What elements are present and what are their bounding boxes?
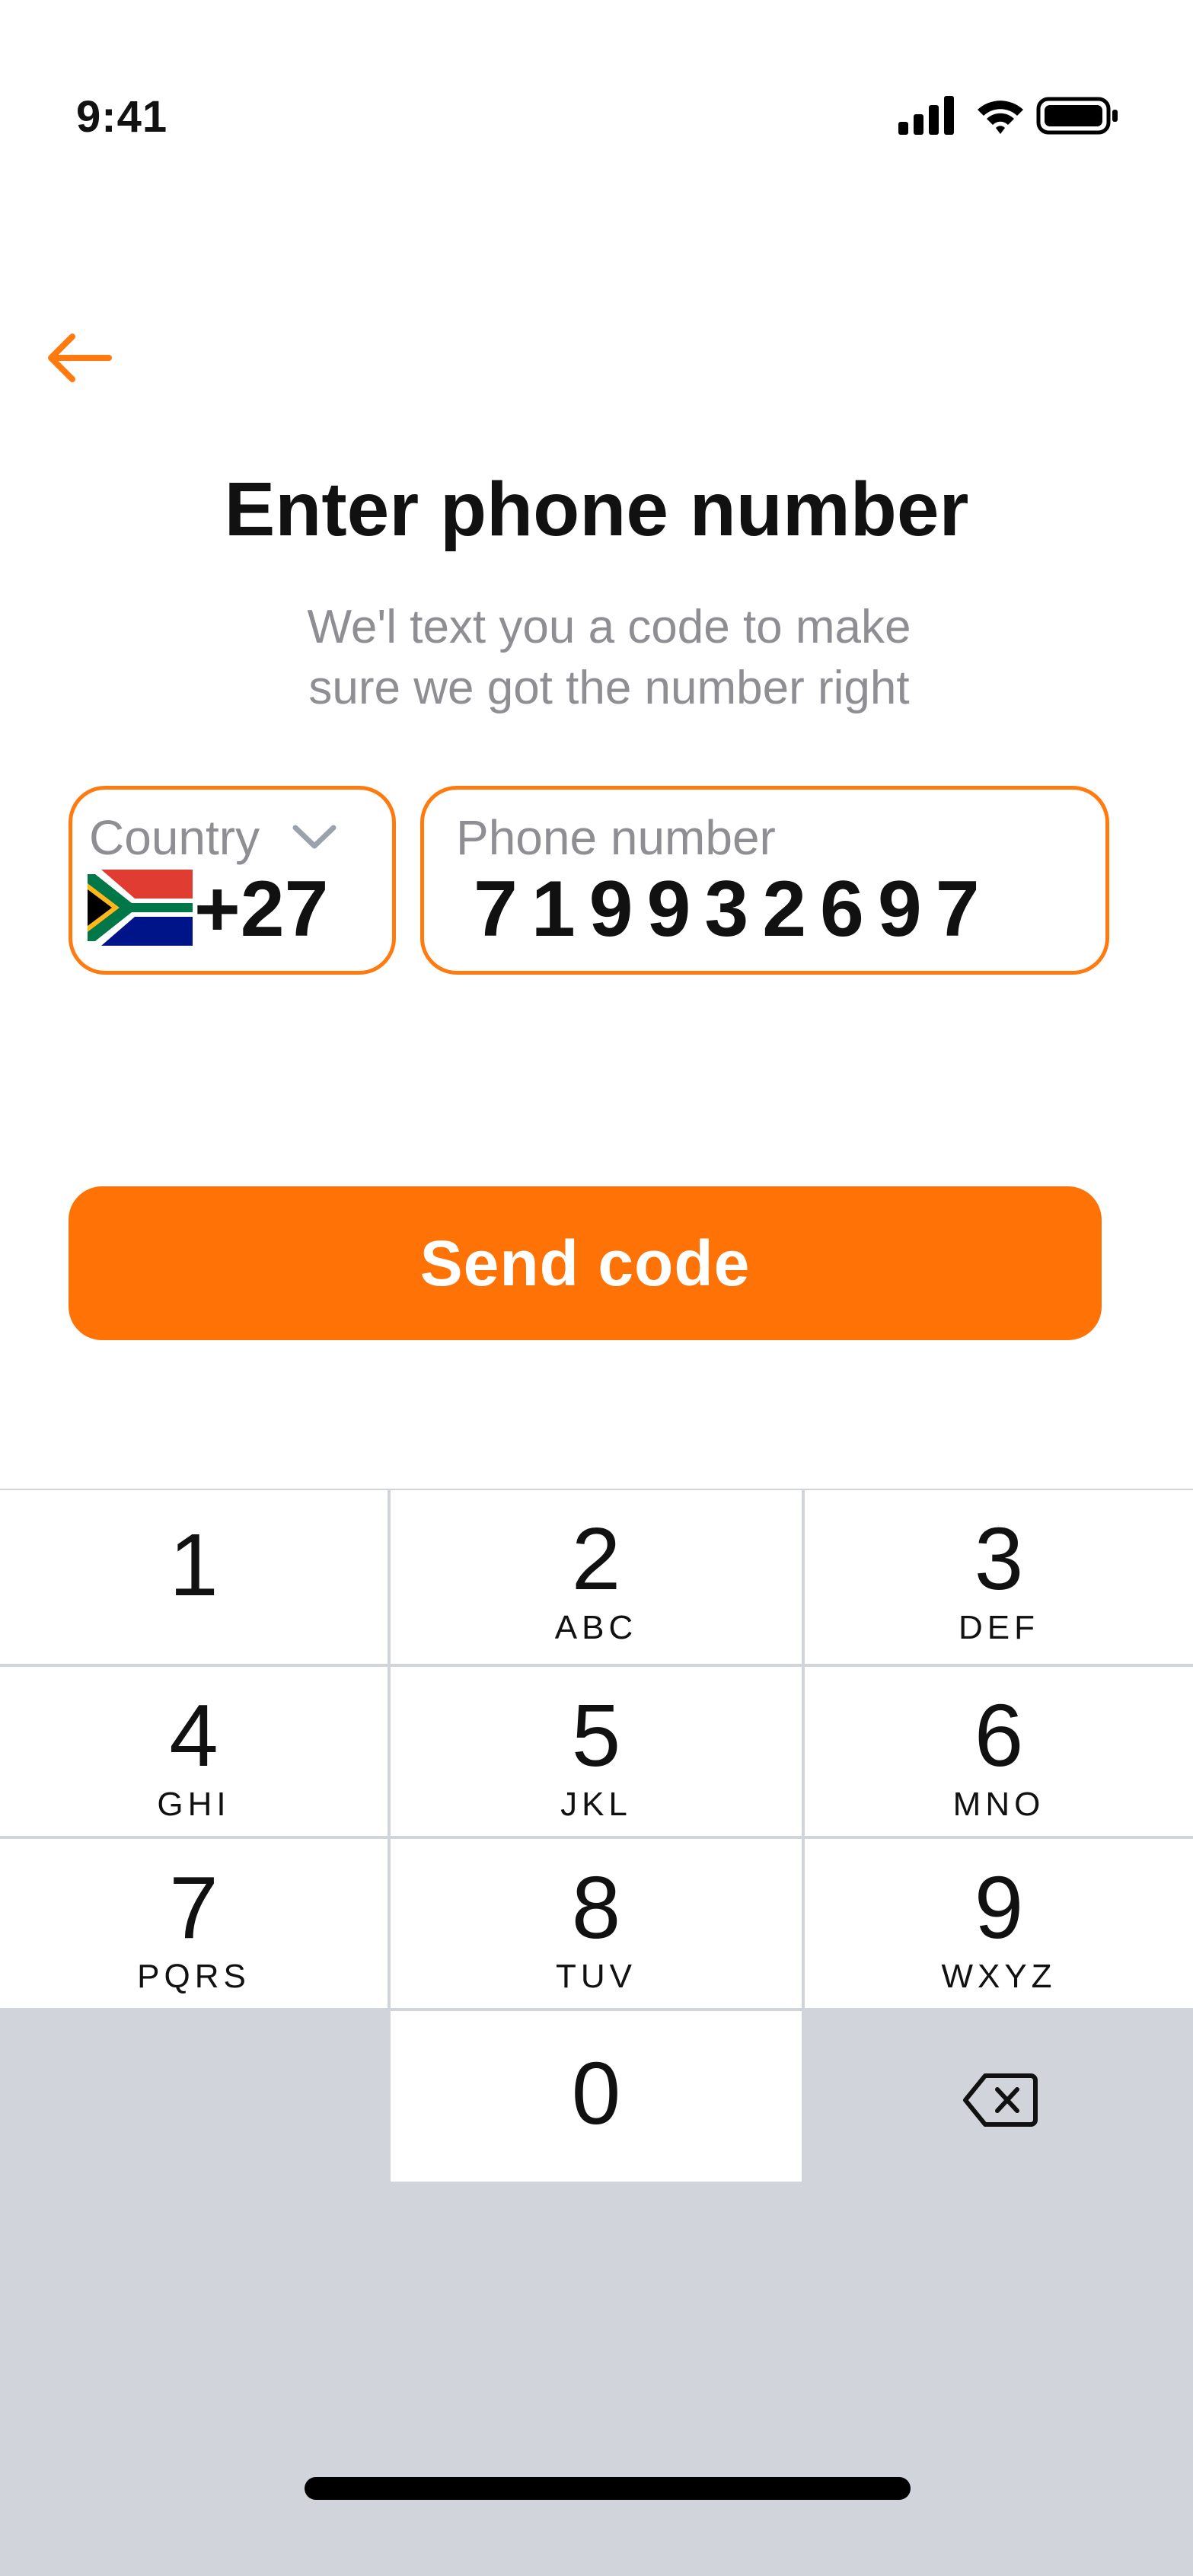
key-letters: DEF: [959, 1609, 1039, 1646]
key-1[interactable]: 1: [0, 1490, 388, 1664]
page-title: Enter phone number: [224, 467, 969, 552]
arrow-left-icon: [48, 334, 112, 382]
back-button[interactable]: [42, 320, 126, 396]
send-code-button[interactable]: Send code: [69, 1186, 1102, 1340]
country-label: Country: [89, 810, 260, 865]
key-0[interactable]: 0: [391, 2011, 802, 2182]
key-2[interactable]: 2 ABC: [391, 1490, 802, 1664]
key-letters: MNO: [952, 1786, 1045, 1823]
key-4[interactable]: 4 GHI: [0, 1667, 388, 1836]
key-8[interactable]: 8 TUV: [391, 1839, 802, 2008]
cellular-signal-icon: [898, 96, 954, 135]
status-time: 9:41: [76, 92, 168, 142]
key-digit: 3: [974, 1509, 1024, 1608]
page-subtitle: We'l text you a code to make sure we got…: [0, 597, 1193, 719]
key-letters: TUV: [556, 1958, 636, 1995]
home-indicator: [305, 2477, 911, 2500]
key-letters: PQRS: [137, 1958, 250, 1995]
phone-number-value: 719932697: [474, 865, 994, 953]
key-letters: ABC: [554, 1609, 638, 1646]
key-digit: 5: [571, 1686, 621, 1785]
country-selector[interactable]: Country +27: [69, 786, 396, 975]
battery-icon: [1036, 97, 1118, 135]
status-icons: [898, 93, 1119, 139]
delete-key[interactable]: [962, 2071, 1038, 2129]
south-africa-flag-icon: [88, 870, 193, 946]
key-letters: GHI: [157, 1786, 231, 1823]
key-digit: 1: [169, 1515, 219, 1614]
key-digit: 9: [974, 1858, 1024, 1957]
backspace-icon: [963, 2073, 1038, 2127]
key-letters: JKL: [560, 1786, 632, 1823]
key-digit: 6: [974, 1686, 1024, 1785]
chevron-down-icon: [292, 825, 337, 849]
key-digit: 7: [169, 1858, 219, 1957]
key-5[interactable]: 5 JKL: [391, 1667, 802, 1836]
wifi-icon: [978, 101, 1023, 134]
key-digit: 2: [571, 1509, 621, 1608]
key-7[interactable]: 7 PQRS: [0, 1839, 388, 2008]
key-6[interactable]: 6 MNO: [805, 1667, 1193, 1836]
phone-number-field[interactable]: Phone number 719932697: [420, 786, 1109, 975]
key-letters: WXYZ: [941, 1958, 1057, 1995]
phone-number-label: Phone number: [456, 810, 776, 865]
dial-code: +27: [194, 865, 329, 953]
key-digit: 4: [169, 1686, 219, 1785]
subtitle-line: sure we got the number right: [308, 662, 910, 714]
key-digit: 8: [571, 1858, 621, 1957]
key-9[interactable]: 9 WXYZ: [805, 1839, 1193, 2008]
key-3[interactable]: 3 DEF: [805, 1490, 1193, 1664]
subtitle-line: We'l text you a code to make: [307, 601, 911, 653]
key-digit: 0: [571, 2044, 621, 2143]
